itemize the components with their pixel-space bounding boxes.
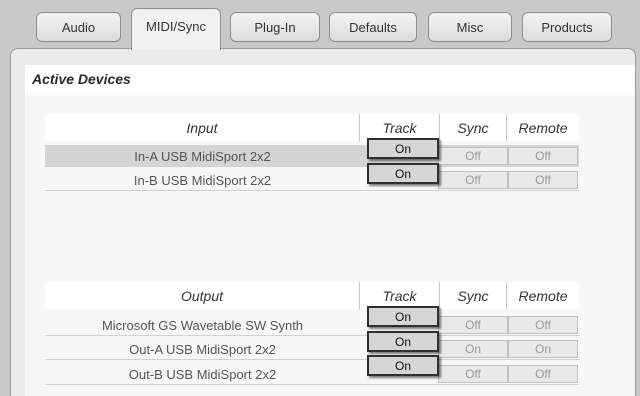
output-remote-toggle[interactable]: On [508, 340, 578, 358]
output-sync-toggle[interactable]: Off [438, 316, 508, 334]
output-track-toggle[interactable]: On [367, 306, 439, 327]
input-sync-toggle[interactable]: Off [438, 147, 508, 165]
tab-audio[interactable]: Audio [36, 12, 121, 42]
output-device-name: Out-A USB MidiSport 2x2 [129, 341, 276, 357]
preferences-panel: Active Devices Input Track Sync Remote I… [10, 48, 636, 396]
output-sync-toggle[interactable]: On [438, 340, 508, 358]
input-track-toggle[interactable]: On [367, 163, 439, 184]
output-remote-header: Remote [507, 282, 579, 309]
output-remote-toggle[interactable]: Off [508, 365, 578, 383]
input-remote-header: Remote [507, 114, 579, 141]
tab-products[interactable]: Products [522, 12, 612, 42]
input-sync-toggle[interactable]: Off [438, 171, 508, 189]
input-device-name: In-B USB MidiSport 2x2 [133, 172, 272, 188]
input-remote-toggle[interactable]: Off [508, 171, 578, 189]
output-track-toggle[interactable]: On [367, 331, 439, 352]
input-header: Input [45, 114, 360, 141]
input-track-toggle[interactable]: On [367, 138, 439, 159]
tab-misc[interactable]: Misc [428, 12, 512, 42]
tab-plug-in[interactable]: Plug-In [230, 12, 320, 42]
input-track-header: Track [360, 114, 440, 141]
output-device-name: Microsoft GS Wavetable SW Synth [101, 317, 304, 333]
output-remote-toggle[interactable]: Off [508, 316, 578, 334]
input-sync-header: Sync [440, 114, 507, 141]
output-sync-header: Sync [440, 282, 507, 309]
input-device-name: In-A USB MidiSport 2x2 [134, 148, 271, 164]
output-header: Output [45, 282, 360, 309]
output-track-header: Track [360, 282, 440, 309]
tab-midi-sync[interactable]: MIDI/Sync [131, 8, 221, 50]
output-track-toggle[interactable]: On [367, 355, 439, 376]
input-remote-toggle[interactable]: Off [508, 147, 578, 165]
output-sync-toggle[interactable]: Off [438, 365, 508, 383]
tab-defaults[interactable]: Defaults [329, 12, 417, 42]
section-title: Active Devices [25, 65, 635, 95]
output-device-name: Out-B USB MidiSport 2x2 [128, 366, 277, 382]
